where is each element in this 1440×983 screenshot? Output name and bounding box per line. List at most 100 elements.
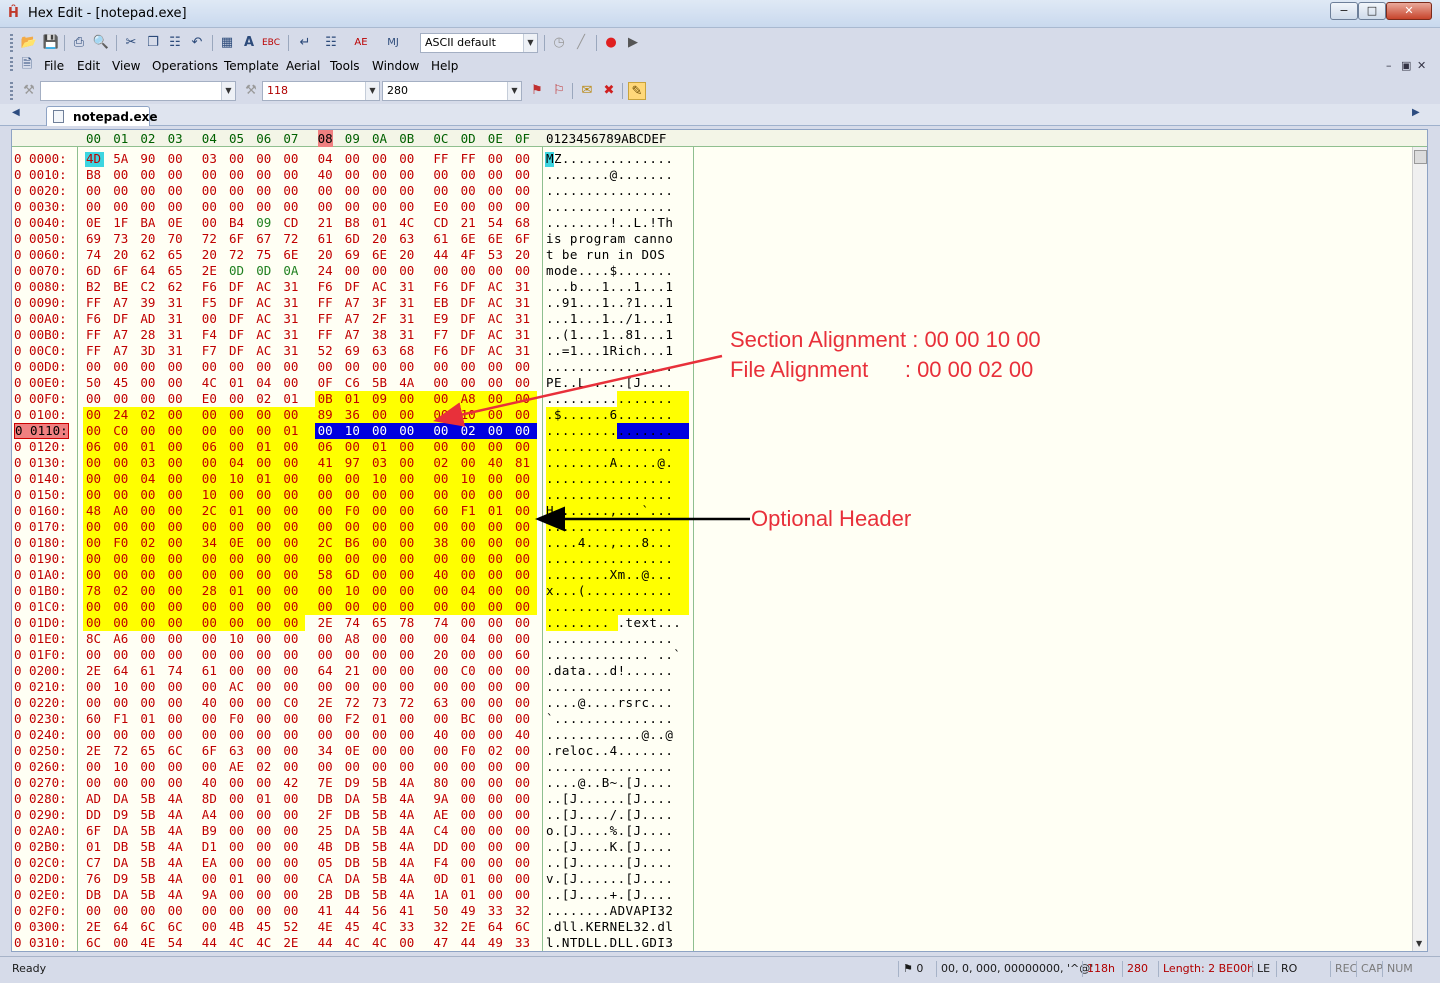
hex-byte[interactable]: 49	[488, 935, 509, 951]
hex-byte[interactable]: 01	[345, 391, 366, 407]
hex-byte[interactable]: 4E	[318, 919, 339, 935]
hex-byte[interactable]: 00	[488, 887, 509, 903]
save-icon[interactable]: 💾	[42, 34, 60, 52]
hex-byte[interactable]: 45	[256, 919, 277, 935]
hex-byte[interactable]: 00	[345, 727, 366, 743]
hex-byte[interactable]: BC	[461, 711, 482, 727]
hex-byte[interactable]: 00	[461, 679, 482, 695]
hex-byte[interactable]: 33	[488, 903, 509, 919]
hex-row[interactable]: 0 00D0: 00 00 00 00 00 00 00 00 00 00 00 00 00 00 00 00.…	[12, 359, 702, 375]
hex-byte[interactable]: 00	[283, 535, 304, 551]
hex-byte[interactable]: 00	[283, 471, 304, 487]
chevron-down-icon[interactable]: ▼	[523, 34, 537, 52]
hex-byte[interactable]: 00	[345, 551, 366, 567]
hex-byte[interactable]: AC	[256, 295, 277, 311]
hex-byte[interactable]: 41	[399, 903, 420, 919]
hex-byte[interactable]: 49	[461, 903, 482, 919]
hex-byte[interactable]: 00	[283, 823, 304, 839]
hex-byte[interactable]: 0E	[345, 743, 366, 759]
hex-byte[interactable]: 00	[113, 167, 134, 183]
hex-byte[interactable]: 4C	[372, 919, 393, 935]
hex-byte[interactable]: 00	[202, 359, 223, 375]
hex-byte[interactable]: 4A	[168, 871, 189, 887]
hex-byte[interactable]: 00	[256, 199, 277, 215]
hex-byte[interactable]: 00	[515, 167, 536, 183]
hex-byte[interactable]: 24	[318, 263, 339, 279]
mdi-minimize-button[interactable]: –	[1386, 59, 1392, 72]
hex-byte[interactable]: 00	[488, 583, 509, 599]
hex-byte[interactable]: 44	[433, 247, 454, 263]
hex-byte[interactable]: 5B	[372, 807, 393, 823]
hex-byte[interactable]: DD	[433, 839, 454, 855]
hex-byte[interactable]: 03	[372, 455, 393, 471]
hex-byte[interactable]: 00	[283, 455, 304, 471]
hex-byte[interactable]: 00	[168, 439, 189, 455]
hex-row[interactable]: 0 02B0: 01 DB 5B 4A D1 00 00 00 4B DB 5B 4A DD 00 00 00.…	[12, 839, 702, 855]
hex-byte[interactable]: 78	[86, 583, 107, 599]
hex-byte[interactable]: 97	[345, 455, 366, 471]
hex-byte[interactable]: 00	[433, 711, 454, 727]
hex-byte[interactable]: 00	[345, 151, 366, 167]
hex-byte[interactable]: 00	[488, 439, 509, 455]
ascii-text[interactable]: ..(1...1..81...1	[546, 327, 673, 343]
hex-byte[interactable]: DF	[461, 311, 482, 327]
hex-byte[interactable]: 00	[168, 455, 189, 471]
ascii-text[interactable]: ........ .text...	[546, 615, 681, 631]
hex-byte[interactable]: 00	[399, 647, 420, 663]
hex-byte[interactable]: 73	[372, 695, 393, 711]
hex-byte[interactable]: 00	[256, 903, 277, 919]
hex-byte[interactable]: 00	[345, 599, 366, 615]
hex-byte[interactable]: 00	[256, 551, 277, 567]
hex-byte[interactable]: 68	[399, 343, 420, 359]
hex-byte[interactable]: 00	[86, 551, 107, 567]
ascii-text[interactable]: ................	[546, 679, 673, 695]
ascii-text[interactable]: .dll.KERNEL32.dl	[546, 919, 673, 935]
hex-byte[interactable]: 00	[399, 183, 420, 199]
hex-byte[interactable]: 01	[229, 375, 250, 391]
hex-byte[interactable]: 00	[515, 567, 536, 583]
hex-byte[interactable]: 00	[229, 791, 250, 807]
hex-byte[interactable]: 00	[168, 551, 189, 567]
hex-byte[interactable]: 00	[318, 199, 339, 215]
hex-byte[interactable]: 00	[86, 679, 107, 695]
hex-byte[interactable]: 00	[168, 487, 189, 503]
hex-editor-view[interactable]: 00 01 02 03 04 05 06 07 08 09 0A 0B 0C 0D 0E 0F 01234567…	[11, 129, 1428, 952]
hex-byte[interactable]: 00	[202, 423, 223, 439]
hex-byte[interactable]: 61	[202, 663, 223, 679]
hex-byte[interactable]: 00	[229, 423, 250, 439]
hex-byte[interactable]: 5B	[372, 823, 393, 839]
hex-byte[interactable]: 00	[283, 647, 304, 663]
hex-byte[interactable]: 00	[283, 167, 304, 183]
hex-byte[interactable]: 65	[168, 247, 189, 263]
hex-byte[interactable]: E0	[433, 199, 454, 215]
hex-byte[interactable]: DF	[461, 327, 482, 343]
menu-view[interactable]: View	[112, 58, 140, 74]
hex-byte[interactable]: 00	[283, 791, 304, 807]
hex-byte[interactable]: 00	[372, 567, 393, 583]
hex-byte[interactable]: 69	[86, 231, 107, 247]
hex-row[interactable]: 0 0270: 00 00 00 00 40 00 00 42 7E D9 5B 4A 80 00 00 00.…	[12, 775, 702, 791]
hex-byte[interactable]: 00	[372, 263, 393, 279]
hex-byte[interactable]: 00	[168, 759, 189, 775]
hex-byte[interactable]: 6C	[168, 743, 189, 759]
hex-byte[interactable]: 00	[202, 679, 223, 695]
hex-byte[interactable]: 50	[433, 903, 454, 919]
hex-byte[interactable]: 81	[515, 455, 536, 471]
hex-byte[interactable]: 00	[461, 199, 482, 215]
hex-byte[interactable]: 10	[461, 471, 482, 487]
chevron-down-icon[interactable]: ▼	[507, 82, 521, 100]
hex-byte[interactable]: 00	[515, 439, 536, 455]
hex-byte[interactable]: 34	[202, 535, 223, 551]
hex-byte[interactable]: 00	[113, 199, 134, 215]
hex-byte[interactable]: 6F	[229, 231, 250, 247]
hex-byte[interactable]: 00	[399, 455, 420, 471]
hex-byte[interactable]: F7	[202, 343, 223, 359]
hex-byte[interactable]: 00	[86, 391, 107, 407]
hex-byte[interactable]: 00	[345, 359, 366, 375]
hex-byte[interactable]: 10	[229, 631, 250, 647]
hex-byte[interactable]: 00	[86, 695, 107, 711]
hex-byte[interactable]: FF	[86, 343, 107, 359]
hex-byte[interactable]: F6	[433, 279, 454, 295]
hex-byte[interactable]: 61	[433, 231, 454, 247]
tab-scroll-right-icon[interactable]: ▶	[1412, 107, 1420, 118]
